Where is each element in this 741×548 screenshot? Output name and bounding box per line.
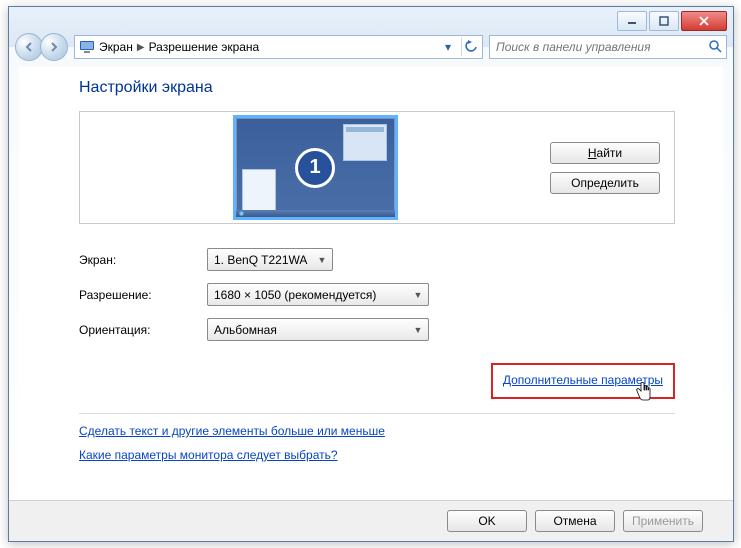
close-button[interactable] xyxy=(681,11,727,31)
orientation-label: Ориентация: xyxy=(79,323,207,337)
refresh-button[interactable] xyxy=(461,38,480,56)
preview-window-icon xyxy=(242,169,276,211)
highlight-box: Дополнительные параметры xyxy=(491,363,675,399)
breadcrumb-item-1[interactable]: Экран xyxy=(99,40,133,54)
resolution-label: Разрешение: xyxy=(79,288,207,302)
breadcrumb-separator-icon: ▶ xyxy=(137,42,145,53)
content-area: Настройки экрана 1 Найти Определить xyxy=(19,67,723,495)
orientation-dropdown[interactable]: Альбомная ▼ xyxy=(207,318,429,341)
chevron-down-icon: ▼ xyxy=(314,255,330,265)
search-input[interactable] xyxy=(494,39,708,55)
minimize-button[interactable] xyxy=(617,11,647,31)
breadcrumb-item-2[interactable]: Разрешение экрана xyxy=(149,40,260,54)
display-label: Экран: xyxy=(79,253,207,267)
monitor-number-badge: 1 xyxy=(295,148,335,188)
dialog-footer: OK Отмена Применить xyxy=(9,500,733,541)
chevron-down-icon: ▼ xyxy=(410,290,426,300)
monitor-arrangement-box: 1 Найти Определить xyxy=(79,111,675,224)
window-frame: Экран ▶ Разрешение экрана ▾ Настройки эк… xyxy=(8,6,734,542)
page-title: Настройки экрана xyxy=(79,79,675,97)
maximize-button[interactable] xyxy=(649,11,679,31)
preview-window-icon xyxy=(343,124,387,161)
nav-back-forward xyxy=(15,33,68,61)
resolution-dropdown[interactable]: 1680 × 1050 (рекомендуется) ▼ xyxy=(207,283,429,306)
identify-button[interactable]: Определить xyxy=(550,172,660,194)
advanced-settings-link[interactable]: Дополнительные параметры xyxy=(503,373,663,387)
display-dropdown[interactable]: 1. BenQ T221WA ▼ xyxy=(207,248,333,271)
monitor-icon xyxy=(79,40,95,54)
address-bar[interactable]: Экран ▶ Разрешение экрана ▾ xyxy=(74,35,483,59)
which-settings-link[interactable]: Какие параметры монитора следует выбрать… xyxy=(79,448,675,462)
ok-button[interactable]: OK xyxy=(447,510,527,532)
chevron-down-icon: ▼ xyxy=(410,325,426,335)
forward-button[interactable] xyxy=(40,33,68,61)
apply-button[interactable]: Применить xyxy=(623,510,703,532)
titlebar xyxy=(9,7,733,32)
monitor-preview[interactable]: 1 xyxy=(233,115,398,220)
cancel-button[interactable]: Отмена xyxy=(535,510,615,532)
address-dropdown-icon[interactable]: ▾ xyxy=(439,38,457,56)
detect-button[interactable]: Найти xyxy=(550,142,660,164)
back-button[interactable] xyxy=(15,33,43,61)
navigation-bar: Экран ▶ Разрешение экрана ▾ xyxy=(9,32,733,62)
search-icon[interactable] xyxy=(708,39,722,56)
text-size-link[interactable]: Сделать текст и другие элементы больше и… xyxy=(79,424,675,438)
search-box[interactable] xyxy=(489,35,727,59)
separator xyxy=(79,413,675,414)
